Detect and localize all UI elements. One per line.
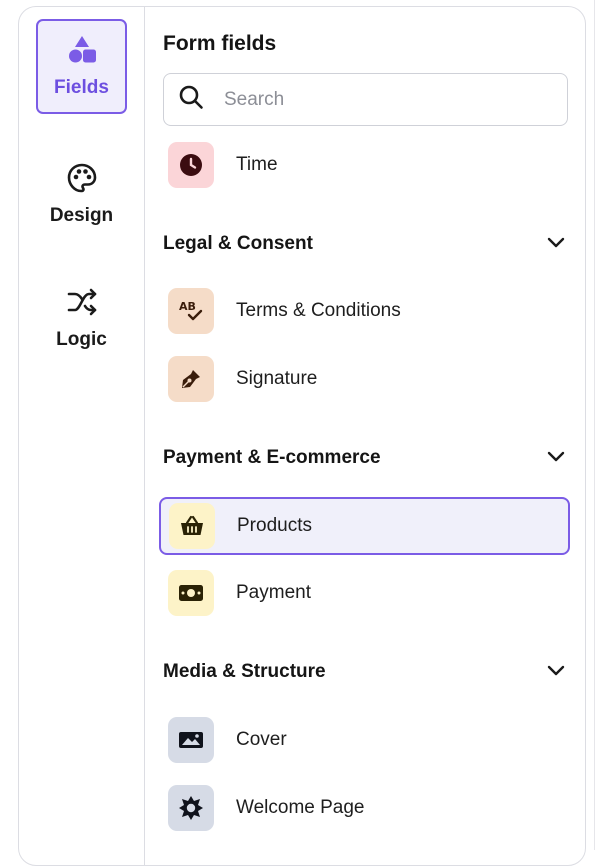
basket-icon — [169, 503, 215, 549]
sidebar-rail: Fields Design Logic — [19, 7, 145, 865]
field-item-signature[interactable]: Signature — [160, 350, 570, 408]
pen-nib-icon — [168, 356, 214, 402]
field-item-cover[interactable]: Cover — [160, 711, 570, 769]
clock-icon — [168, 142, 214, 188]
rail-item-label: Design — [49, 205, 114, 226]
chevron-down-icon — [546, 660, 566, 685]
section-title: Payment & E-commerce — [163, 447, 381, 468]
field-item-products[interactable]: Products — [159, 497, 570, 555]
sun-icon — [168, 785, 214, 831]
rail-item-design[interactable]: Design — [36, 147, 127, 242]
form-builder-panel: Fields Design Logic Form fields Search T… — [18, 6, 586, 866]
rail-item-label: Fields — [54, 77, 109, 98]
field-item-label: Cover — [236, 729, 287, 750]
search-icon — [178, 84, 204, 115]
field-item-time[interactable]: Time — [160, 136, 570, 194]
field-item-label: Signature — [236, 368, 318, 389]
rail-item-fields[interactable]: Fields — [36, 19, 127, 114]
spellcheck-icon: AB — [168, 288, 214, 334]
image-icon — [168, 717, 214, 763]
field-item-terms[interactable]: AB Terms & Conditions — [160, 282, 570, 340]
shuffle-icon — [66, 286, 98, 323]
search-input[interactable] — [224, 88, 524, 111]
search-box[interactable] — [163, 73, 568, 126]
chevron-down-icon — [546, 232, 566, 257]
section-payment-ecommerce[interactable]: Payment & E-commerce — [163, 443, 568, 473]
section-title: Legal & Consent — [163, 233, 313, 254]
form-fields-section: Form fields Time Legal & Consent — [146, 7, 585, 865]
chevron-down-icon — [546, 446, 566, 471]
field-item-label: Welcome Page — [236, 797, 365, 818]
field-item-label: Time — [236, 154, 278, 175]
field-item-label: Products — [237, 515, 312, 536]
adjacent-panel-edge — [594, 0, 599, 850]
page-title: Form fields — [163, 32, 277, 55]
section-legal-consent[interactable]: Legal & Consent — [163, 229, 568, 259]
field-item-welcome-page[interactable]: Welcome Page — [160, 779, 570, 837]
banknote-icon — [168, 570, 214, 616]
section-media-structure[interactable]: Media & Structure — [163, 657, 568, 687]
field-item-payment[interactable]: Payment — [160, 564, 570, 622]
section-title: Media & Structure — [163, 661, 326, 682]
rail-item-logic[interactable]: Logic — [36, 271, 127, 366]
svg-text:AB: AB — [179, 300, 196, 313]
palette-icon — [66, 162, 98, 199]
rail-item-label: Logic — [56, 329, 107, 350]
shapes-icon — [66, 34, 98, 71]
field-item-label: Payment — [236, 582, 311, 603]
field-item-label: Terms & Conditions — [236, 300, 401, 321]
